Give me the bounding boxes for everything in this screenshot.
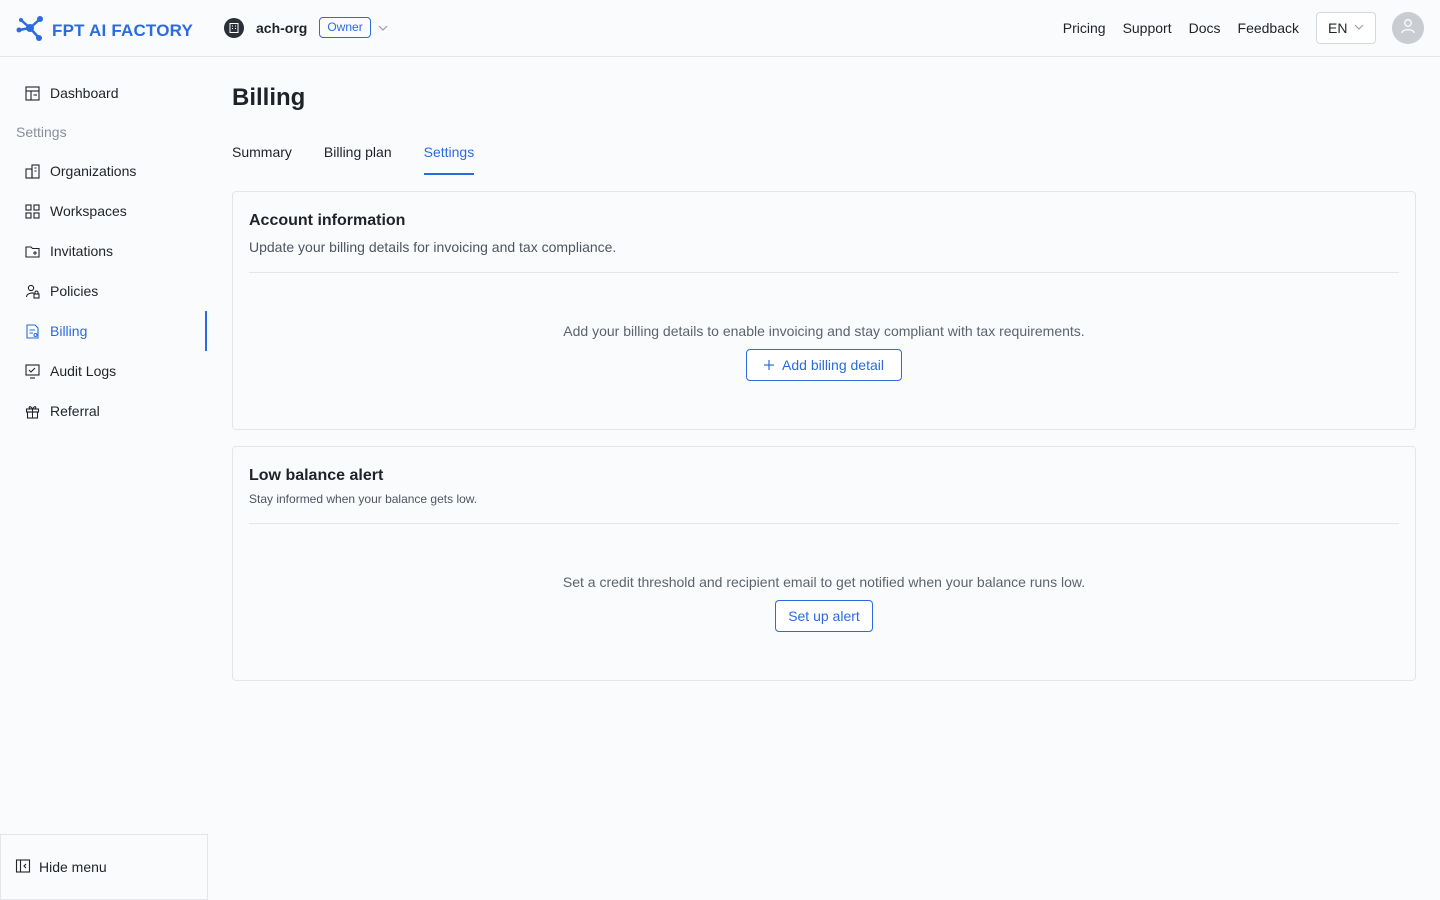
sidebar-item-label: Workspaces <box>50 203 127 219</box>
divider <box>249 523 1399 524</box>
sidebar-item-label: Organizations <box>50 163 137 179</box>
sidebar-item-dashboard[interactable]: Dashboard <box>0 73 208 113</box>
sidebar-item-label: Referral <box>50 403 100 419</box>
sidebar-item-label: Audit Logs <box>50 363 117 379</box>
user-icon <box>1399 17 1417 40</box>
tab-settings[interactable]: Settings <box>423 144 474 175</box>
invitation-icon <box>24 243 40 259</box>
chevron-down-icon <box>1353 20 1365 36</box>
building-icon <box>224 17 244 38</box>
top-bar: FPT AI FACTORY ach-org Owner Pricing Sup… <box>0 0 1440 57</box>
sidebar-section-settings: Settings <box>16 124 67 140</box>
pricing-link[interactable]: Pricing <box>1063 20 1106 36</box>
language-value: EN <box>1328 20 1348 36</box>
empty-state-message: Set a credit threshold and recipient ema… <box>562 574 1086 590</box>
sidebar-item-label: Invitations <box>50 243 114 259</box>
add-billing-detail-button[interactable]: Add billing detail <box>746 349 902 381</box>
sidebar-item-audit-logs[interactable]: Audit Logs <box>0 351 208 391</box>
policy-icon <box>24 283 40 299</box>
user-avatar[interactable] <box>1392 12 1424 44</box>
page-title: Billing <box>232 84 306 111</box>
workspace-icon <box>24 203 40 219</box>
dashboard-icon <box>24 85 40 101</box>
organization-icon <box>24 163 40 179</box>
low-balance-alert-card: Low balance alert Stay informed when you… <box>232 446 1416 681</box>
gift-icon <box>24 403 40 419</box>
tab-summary[interactable]: Summary <box>232 144 292 175</box>
sidebar-item-referral[interactable]: Referral <box>0 391 208 431</box>
empty-state-message: Add your billing details to enable invoi… <box>563 323 1085 339</box>
sidebar-item-organizations[interactable]: Organizations <box>0 151 208 191</box>
support-link[interactable]: Support <box>1123 20 1172 36</box>
top-nav: Pricing Support Docs Feedback EN <box>1063 0 1440 56</box>
sidebar: Dashboard Settings Organizations Workspa… <box>0 57 208 900</box>
button-label: Set up alert <box>788 608 860 624</box>
hide-menu-label: Hide menu <box>39 859 107 875</box>
card-title: Low balance alert <box>249 467 384 484</box>
sidebar-item-invitations[interactable]: Invitations <box>0 231 208 271</box>
card-title: Account information <box>249 212 406 229</box>
brand-name: FPT AI FACTORY <box>52 20 194 40</box>
collapse-sidebar-icon <box>15 858 31 877</box>
hide-menu-button[interactable]: Hide menu <box>0 834 208 900</box>
sidebar-item-label: Policies <box>50 283 99 299</box>
tab-billing-plan[interactable]: Billing plan <box>324 144 392 175</box>
network-logo-icon <box>16 14 44 47</box>
org-switcher[interactable]: ach-org Owner <box>224 17 389 38</box>
sidebar-item-label: Dashboard <box>50 85 119 101</box>
sidebar-item-policies[interactable]: Policies <box>0 271 208 311</box>
feedback-link[interactable]: Feedback <box>1238 20 1299 36</box>
sidebar-item-billing[interactable]: Billing <box>0 311 208 351</box>
plus-icon <box>764 357 775 373</box>
card-subtitle: Stay informed when your balance gets low… <box>249 492 478 506</box>
sidebar-item-label: Billing <box>50 323 88 339</box>
divider <box>249 272 1399 273</box>
card-subtitle: Update your billing details for invoicin… <box>249 239 617 255</box>
brand-logo[interactable]: FPT AI FACTORY <box>16 14 193 47</box>
button-label: Add billing detail <box>782 357 884 373</box>
audit-log-icon <box>24 363 40 379</box>
org-name: ach-org <box>256 19 308 36</box>
docs-link[interactable]: Docs <box>1189 20 1221 36</box>
billing-tabs: Summary Billing plan Settings <box>232 144 506 175</box>
account-information-card: Account information Update your billing … <box>232 191 1416 430</box>
billing-icon <box>24 323 40 339</box>
role-badge: Owner <box>319 17 371 38</box>
chevron-down-icon[interactable] <box>377 22 389 34</box>
language-select[interactable]: EN <box>1316 12 1376 44</box>
sidebar-item-workspaces[interactable]: Workspaces <box>0 191 208 231</box>
set-up-alert-button[interactable]: Set up alert <box>775 600 873 632</box>
